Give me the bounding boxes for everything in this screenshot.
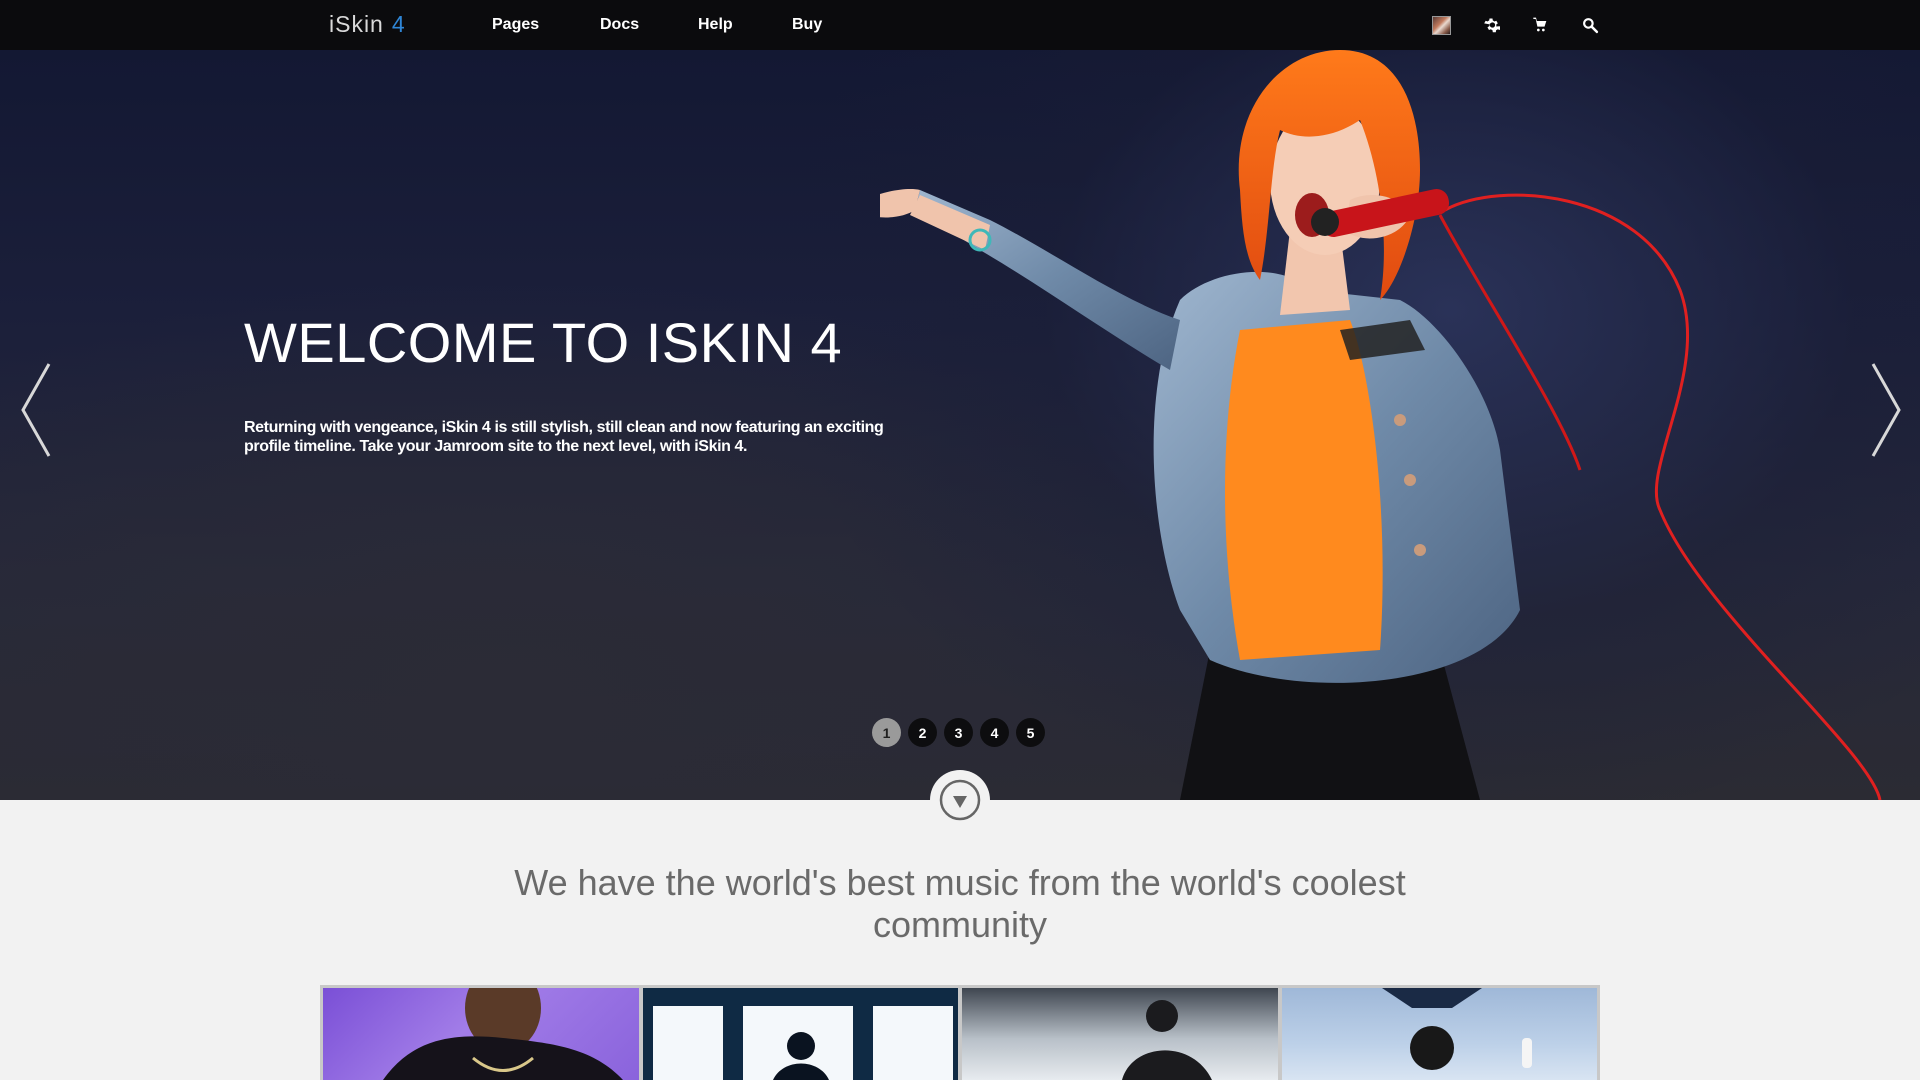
- toolbar: [1425, 0, 1605, 50]
- gallery-image: [383, 988, 623, 1080]
- gallery-image: [642, 988, 958, 1080]
- hero-title: WELCOME TO ISKIN 4: [244, 311, 843, 374]
- search-button[interactable]: [1579, 14, 1601, 36]
- hero-description: Returning with vengeance, iSkin 4 is sti…: [244, 419, 884, 455]
- hero-slider: WELCOME TO ISKIN 4 Returning with vengea…: [0, 50, 1920, 800]
- nav-item-help[interactable]: Help: [698, 16, 733, 34]
- gallery-image: [1122, 1000, 1212, 1080]
- logo-text: iSkin: [329, 11, 384, 37]
- slider-pagination: 1 2 3 4 5: [872, 718, 1052, 748]
- site-logo[interactable]: iSkin 4: [329, 11, 406, 39]
- slide-dot-3[interactable]: 3: [944, 718, 973, 747]
- nav-item-pages[interactable]: Pages: [492, 16, 539, 34]
- slide-dot-4[interactable]: 4: [980, 718, 1009, 747]
- gear-icon: [1484, 18, 1500, 33]
- settings-button[interactable]: [1480, 14, 1502, 36]
- section-tagline: We have the world's best music from the …: [514, 862, 1406, 945]
- slide-dot-5[interactable]: 5: [1016, 718, 1045, 747]
- featured-gallery: [320, 985, 1600, 1080]
- gallery-image: [1381, 988, 1532, 1070]
- search-icon: [1582, 17, 1598, 33]
- cart-icon: [1533, 17, 1547, 32]
- user-avatar-button[interactable]: [1430, 14, 1452, 36]
- cart-button[interactable]: [1529, 14, 1551, 36]
- top-navbar: iSkin 4 Pages Docs Help Buy: [0, 0, 1920, 50]
- nav-item-buy[interactable]: Buy: [792, 16, 822, 34]
- gallery-tile[interactable]: [642, 988, 958, 1080]
- logo-number: 4: [391, 11, 406, 37]
- gallery-tile[interactable]: [323, 988, 639, 1080]
- gallery-tile[interactable]: [1281, 988, 1597, 1080]
- avatar: [1431, 15, 1451, 35]
- arrow-down-circle-icon: [939, 779, 981, 821]
- hero-image: [880, 50, 1882, 800]
- slide-dot-1[interactable]: 1: [872, 718, 901, 747]
- nav-item-docs[interactable]: Docs: [600, 16, 639, 34]
- chevron-right-icon: [1871, 363, 1901, 457]
- slider-prev-button[interactable]: [6, 350, 66, 470]
- chevron-left-icon: [21, 363, 51, 457]
- slider-next-button[interactable]: [1856, 350, 1916, 470]
- scroll-down-button[interactable]: [930, 770, 990, 830]
- gallery-tile[interactable]: [962, 988, 1278, 1080]
- slide-dot-2[interactable]: 2: [908, 718, 937, 747]
